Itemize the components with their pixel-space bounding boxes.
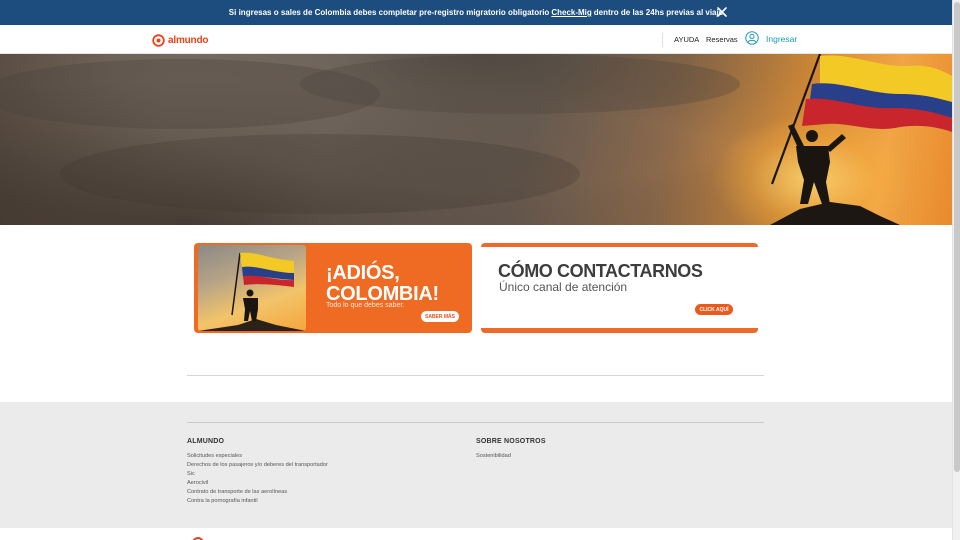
contact-promo-card[interactable]: CÓMO CONTACTARNOS Único canal de atenció… xyxy=(481,243,758,333)
check-mig-link[interactable]: Check-Mig xyxy=(551,8,591,17)
page-scrollbar[interactable] xyxy=(952,0,960,540)
flag-silhouette-illustration xyxy=(0,54,952,225)
footer-link[interactable]: Aerocivil xyxy=(187,479,328,488)
footer-link[interactable]: Contra la pornografía infantil xyxy=(187,497,328,506)
footer-link[interactable]: Sostenibilidad xyxy=(476,452,546,461)
close-icon[interactable] xyxy=(714,3,730,21)
logo-icon xyxy=(152,33,165,47)
banner-text-after: dentro de las 24hs previas al viaje xyxy=(593,8,724,17)
footer-heading-sobre-nosotros: SOBRE NOSOTROS xyxy=(476,438,546,445)
footer-bottom-bar xyxy=(0,528,952,540)
click-aqui-button[interactable]: CLICK AQUÍ xyxy=(695,304,733,315)
promo-subtitle: Todo lo que debes saber. xyxy=(326,302,405,309)
adios-colombia-promo-card[interactable]: ¡ADIÓS, COLOMBIA! Todo lo que debes sabe… xyxy=(194,243,472,333)
section-divider xyxy=(187,375,764,376)
footer-link[interactable]: Derechos de los pasajeros y/o deberes de… xyxy=(187,461,328,470)
hero-banner xyxy=(0,54,952,225)
logo-text: almundo xyxy=(168,34,209,46)
promo-title: ¡ADIÓS, COLOMBIA! xyxy=(326,262,439,305)
nav-divider xyxy=(662,33,663,47)
footer-link[interactable]: Solicitudes especiales xyxy=(187,452,328,461)
almundo-logo[interactable]: almundo xyxy=(152,33,208,47)
footer-link[interactable]: Contrato de transporte de las aerolíneas xyxy=(187,488,328,497)
footer-column-almundo: ALMUNDO Solicitudes especiales Derechos … xyxy=(187,438,328,506)
footer-links-almundo: Solicitudes especiales Derechos de los p… xyxy=(187,452,328,506)
footer-divider xyxy=(187,422,764,423)
saber-mas-button[interactable]: SABER MÁS xyxy=(421,311,459,322)
footer-column-sobre-nosotros: SOBRE NOSOTROS Sostenibilidad xyxy=(476,438,546,461)
nav-help-link[interactable]: AYUDA xyxy=(674,35,699,44)
user-icon[interactable] xyxy=(745,31,759,50)
footer-links-sobre-nosotros: Sostenibilidad xyxy=(476,452,546,461)
site-footer: ALMUNDO Solicitudes especiales Derechos … xyxy=(0,402,952,528)
scrollbar-thumb[interactable] xyxy=(954,2,960,472)
banner-text-before: Si ingresas o sales de Colombia debes co… xyxy=(228,8,550,17)
login-link[interactable]: Ingresar xyxy=(766,34,797,44)
site-header: almundo AYUDA Reservas Ingresar xyxy=(0,25,952,54)
announcement-banner: Si ingresas o sales de Colombia debes co… xyxy=(0,0,952,25)
footer-link[interactable]: Sic xyxy=(187,470,328,479)
footer-heading-almundo: ALMUNDO xyxy=(187,438,225,445)
nav-reservas-link[interactable]: Reservas xyxy=(706,35,738,44)
contact-title: CÓMO CONTACTARNOS xyxy=(498,261,703,281)
promo-photo xyxy=(198,245,306,331)
contact-subtitle: Único canal de atención xyxy=(499,280,628,294)
